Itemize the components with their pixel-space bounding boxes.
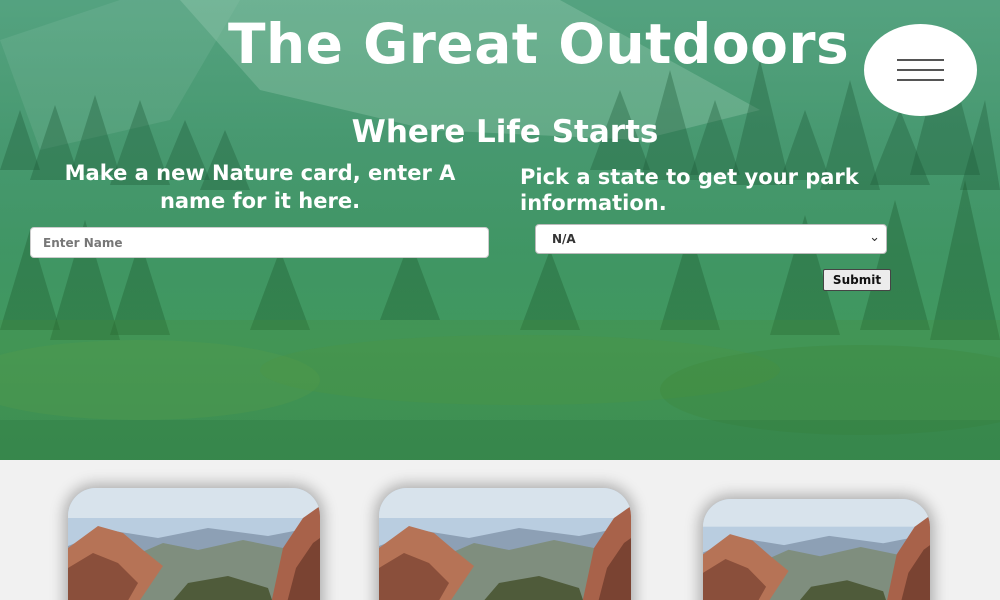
canyon-landscape-photo: [379, 488, 631, 600]
hero-subtitle: Where Life Starts: [351, 114, 659, 150]
state-select[interactable]: N/A ⌄: [535, 224, 887, 254]
chevron-down-icon: ⌄: [869, 230, 880, 245]
page-title: The Great Outdoors: [228, 12, 850, 76]
hamburger-menu-icon-bar: [897, 69, 944, 71]
nature-card[interactable]: [68, 488, 320, 600]
nature-card[interactable]: [703, 499, 930, 600]
hamburger-menu-button[interactable]: [864, 24, 977, 116]
state-select-value: N/A: [552, 232, 576, 246]
name-input[interactable]: [30, 227, 489, 258]
nature-card-label: Make a new Nature card, enter A name for…: [64, 161, 456, 213]
canyon-landscape-photo: [703, 499, 930, 600]
canyon-landscape-photo: [68, 488, 320, 600]
hamburger-menu-icon-bar: [897, 79, 944, 81]
hamburger-menu-icon: [897, 59, 944, 61]
state-picker-label: Pick a state to get your park informatio…: [520, 165, 859, 215]
submit-button[interactable]: Submit: [823, 269, 891, 291]
nature-card[interactable]: [379, 488, 631, 600]
hero-section: The Great Outdoors Where Life Starts Mak…: [0, 0, 1000, 460]
